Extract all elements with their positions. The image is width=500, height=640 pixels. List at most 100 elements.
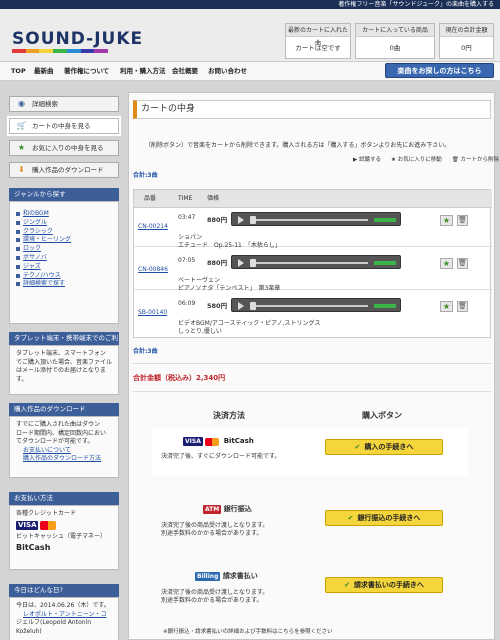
logo-color-bar xyxy=(12,49,109,53)
cart-total: 合計金額（税込み）2,340円 xyxy=(133,374,226,382)
invoice-box: Billing 請求書払い 決済完了後の商品受け渡しとなります。 別途手数料のか… xyxy=(155,565,465,607)
favorite-star-icon[interactable]: ★ xyxy=(440,301,453,312)
cart-main: カートの中身 （削除ボタン）で音楽をカートから削除できます。購入される方は「購入… xyxy=(128,92,499,640)
purchase-button-label: 購入の手続きへ xyxy=(364,443,414,451)
checkmark-icon: ✔ xyxy=(354,443,361,451)
genre-link[interactable]: ボサノバ xyxy=(16,254,112,263)
volume-bar[interactable] xyxy=(374,304,396,308)
legend-delete-label: カートから削除 xyxy=(460,157,499,163)
tablet-text-line: す。 xyxy=(16,375,28,383)
play-icon[interactable] xyxy=(238,259,244,267)
genre-link[interactable]: 詳細検索で探す xyxy=(16,280,112,289)
track-code-link[interactable]: CN-00214 xyxy=(138,223,168,230)
bank-transfer-title: ATM 銀行振込 xyxy=(203,504,252,514)
bitcash-logo: BitCash xyxy=(16,542,51,552)
download-panel: すでにご購入された曲はダウン ロード期間内、構定回数内におい てダウンロードが可… xyxy=(9,416,119,478)
play-icon[interactable] xyxy=(238,302,244,310)
purchase-button[interactable]: ✔ 購入の手続きへ xyxy=(325,439,443,455)
play-icon[interactable] xyxy=(238,216,244,224)
nav-company[interactable]: 会社概要 xyxy=(172,62,198,81)
footnote: ※銀行振込・請求書払いの詳細および手数料はこちらを参照ください xyxy=(163,629,333,635)
tablet-text-line: タブレット端末、スマートフォン xyxy=(16,350,106,357)
checkmark-icon: ✔ xyxy=(344,581,350,589)
download-method-link[interactable]: 購入作品のダウンロード方法 xyxy=(16,455,112,464)
bitcash-label: ビットキャッシュ（電子マネー） xyxy=(16,533,107,540)
cart-count-top: 合計:3曲 xyxy=(133,172,158,179)
volume-bar[interactable] xyxy=(374,218,396,222)
legend-favorite-label: お気に入りに移動 xyxy=(397,157,442,163)
bank-transfer-label: 銀行振込 xyxy=(223,505,252,513)
nav-contact[interactable]: お問い合わせ xyxy=(208,62,247,81)
audio-player[interactable] xyxy=(231,255,401,269)
advanced-search-button[interactable]: ◉ 詳細検索 xyxy=(9,96,119,112)
progress-track[interactable] xyxy=(252,305,368,307)
progress-track[interactable] xyxy=(252,219,368,221)
today-person-link[interactable]: レオポルト・アントニーン・コ xyxy=(16,611,112,620)
payment-table-header: 決済方法 購入ボタン xyxy=(155,406,465,426)
cart-total-label: 現在の合計金額 xyxy=(440,24,493,37)
payment-info-link[interactable]: お支払いについて xyxy=(16,447,112,456)
trash-icon[interactable]: 🗑 xyxy=(457,258,468,269)
favorite-star-icon[interactable]: ★ xyxy=(440,258,453,269)
music-search-button[interactable]: 楽曲をお探しの方はこちら xyxy=(385,63,494,78)
col-price: 価格 xyxy=(207,195,220,202)
view-favorites-button[interactable]: ★ お気に入りの中身を見る xyxy=(9,140,119,156)
today-heading: 今日はどんな日? xyxy=(9,584,119,597)
purchased-download-button[interactable]: ⬇ 購入作品のダウンロード xyxy=(9,162,119,178)
track-code-link[interactable]: CN-00846 xyxy=(138,266,168,273)
bank-transfer-button[interactable]: ✔ 銀行振込の手続きへ xyxy=(325,510,443,526)
trash-icon[interactable]: 🗑 xyxy=(457,301,468,312)
instant-payment-box: VISA BitCash 決済完了後、すぐにダウンロード可能です。 ✔ 購入の手続… xyxy=(155,431,465,473)
instant-payment-desc: 決済完了後、すぐにダウンロード可能です。 xyxy=(161,453,281,460)
favorite-star-icon[interactable]: ★ xyxy=(440,215,453,226)
today-panel: 今日は、2014.06.26（木）です。 レオポルト・アントニーン・コ ジェルフ… xyxy=(9,597,119,640)
genre-link[interactable]: 環境・ヒーリング xyxy=(16,236,112,245)
volume-bar[interactable] xyxy=(374,261,396,265)
visa-logo: VISA xyxy=(16,520,39,530)
genre-link[interactable]: 和のBGM xyxy=(16,210,112,219)
icon-legend: ▶ 試聴する ★ お気に入りに移動 🗑 カートから削除 xyxy=(353,155,499,163)
logo[interactable]: SOUND-JUKE xyxy=(12,29,143,49)
table-row: CN-00846 07:05 880円 ★ 🗑 ベートーヴェン ピアノソナタ「テ… xyxy=(134,252,492,292)
view-cart-label: カートの中身を見る xyxy=(32,122,91,130)
today-person-line: ジェルフ(Leopold Antonín Koželuh) xyxy=(16,619,92,635)
payment-methods-heading: お支払い方法 xyxy=(9,492,119,505)
bank-transfer-box: ATM 銀行振込 決済完了後の商品受け渡しとなります。 別途手数料のかかる場合が… xyxy=(155,498,465,540)
nav-top[interactable]: TOP xyxy=(11,62,26,81)
table-header: 品番 TIME 価格 xyxy=(134,190,492,208)
nav-usage[interactable]: 利用・購入方法 xyxy=(120,62,166,81)
genre-link[interactable]: ロック xyxy=(16,245,112,254)
trash-icon[interactable]: 🗑 xyxy=(457,215,468,226)
track-code-link[interactable]: SB-00140 xyxy=(138,309,167,316)
genre-panel: 和のBGM ジングル クラシック 環境・ヒーリング ロック ボサノバ ジャズ テ… xyxy=(9,201,119,324)
track-title-line2: しっとり,優しい xyxy=(178,328,222,335)
divider xyxy=(133,363,491,364)
progress-knob[interactable] xyxy=(250,302,256,310)
cart-count-bottom: 合計:3曲 xyxy=(133,348,158,355)
cart-count-value: 0曲 xyxy=(389,44,401,52)
header: SOUND-JUKE 最新のカートに入れた曲 カートは空です カートに入っている… xyxy=(0,9,500,62)
progress-track[interactable] xyxy=(252,262,368,264)
progress-knob[interactable] xyxy=(250,216,256,224)
audio-player[interactable] xyxy=(231,212,401,226)
bitcash-logo: BitCash xyxy=(223,437,254,445)
genre-link[interactable]: ジングル xyxy=(16,219,112,228)
page: 著作権フリー音楽「サウンドジューク」の楽曲を購入する SOUND-JUKE 最新… xyxy=(0,0,500,640)
view-cart-button[interactable]: 🛒 カートの中身を見る xyxy=(9,118,119,134)
cart-count-box: カートに入っている商品 0曲 xyxy=(355,23,435,59)
page-title: カートの中身 xyxy=(133,100,491,119)
payment-methods-panel: 各種クレジットカード VISA ビットキャッシュ（電子マネー） BitCash xyxy=(9,505,119,570)
star-icon: ★ xyxy=(17,143,26,152)
nav-copyright[interactable]: 著作権について xyxy=(64,62,109,81)
legend-delete: 🗑 カートから削除 xyxy=(451,157,499,163)
download-heading: 購入作品のダウンロード xyxy=(9,403,119,416)
genre-link[interactable]: ジャズ xyxy=(16,263,112,272)
progress-knob[interactable] xyxy=(250,259,256,267)
cart-table: 品番 TIME 価格 CN-00214 03:47 880円 ★ 🗑 ショパン … xyxy=(133,189,492,338)
invoice-button[interactable]: ✔ 請求書払いの手続きへ xyxy=(325,577,443,593)
tablet-text-line: でご購入頂いた場合、音楽ファイル xyxy=(16,358,113,366)
billing-logo: Billing xyxy=(195,571,221,581)
track-title-line2: エチュード Op.25-11 「木枯らし」 xyxy=(178,242,281,249)
audio-player[interactable] xyxy=(231,298,401,312)
nav-latest[interactable]: 最新曲 xyxy=(34,62,54,81)
